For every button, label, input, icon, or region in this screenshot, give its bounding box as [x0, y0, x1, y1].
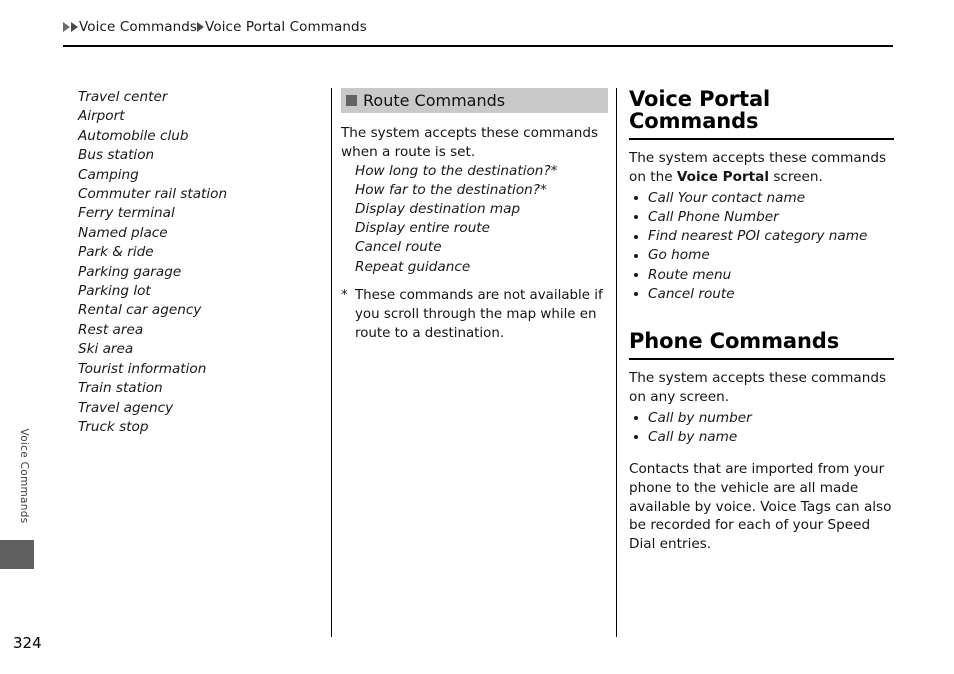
list-item: Rest area	[78, 321, 144, 338]
voice-portal-intro: The system accepts these commands on the…	[629, 149, 894, 187]
column-divider-right	[616, 88, 617, 637]
list-item: Commuter rail station	[78, 186, 228, 203]
list-item: Display destination map	[355, 201, 521, 217]
voice-portal-intro-part2: screen.	[769, 168, 823, 185]
page-number: 324	[13, 634, 42, 652]
voice-portal-commands-heading: Voice Portal Commands	[629, 87, 771, 134]
list-item: Bus station	[78, 147, 155, 164]
list-item: Ferry terminal	[78, 205, 175, 222]
voice-portal-heading-rule	[629, 138, 894, 141]
list-item: Display entire route	[355, 220, 491, 237]
list-item: How far to the destination?*	[355, 181, 547, 198]
list-item: Park & ride	[78, 244, 154, 261]
breadcrumb-separator-arrow-icon	[197, 22, 205, 32]
list-item: Cancel route	[355, 239, 442, 256]
right-column: Voice Portal Commands The system accepts…	[629, 88, 894, 554]
phone-commands-heading: Phone Commands	[629, 328, 840, 353]
voice-portal-intro-bold: Voice Portal	[676, 168, 770, 185]
breadcrumb-arrow-icon-2	[71, 22, 78, 32]
list-item: Truck stop	[78, 418, 149, 435]
list-item: Call by number	[629, 409, 894, 428]
voice-portal-commands-list: Call Your contact name Call Phone Number…	[629, 189, 894, 304]
footnote-text: These commands are not available if you …	[355, 287, 603, 341]
list-item: Travel agency	[78, 399, 174, 416]
list-item: Rental car agency	[78, 302, 202, 319]
phone-commands-list: Call by number Call by name	[629, 409, 894, 447]
list-item: Call Your contact name	[629, 189, 894, 208]
phone-commands-heading-rule	[629, 357, 894, 360]
list-item: Go home	[629, 246, 894, 265]
side-tab-marker	[0, 540, 34, 569]
list-item: Ski area	[78, 341, 134, 358]
list-item: Call by name	[629, 428, 894, 447]
route-commands-heading: Route Commands	[341, 88, 608, 113]
phone-commands-intro: The system accepts these commands on any…	[629, 369, 887, 405]
list-item: Tourist information	[78, 360, 207, 377]
list-item: Call Phone Number	[629, 208, 894, 227]
middle-column: Route Commands The system accepts these …	[341, 88, 608, 343]
route-commands-footnote: * These commands are not available if yo…	[341, 286, 608, 343]
phone-commands-note: Contacts that are imported from your pho…	[629, 460, 892, 553]
list-item: Train station	[78, 380, 163, 397]
column-divider-left	[331, 88, 332, 637]
footnote-marker: *	[341, 287, 348, 303]
list-item: How long to the destination?*	[355, 162, 558, 179]
list-item: Cancel route	[629, 285, 894, 304]
list-item: Travel center	[78, 89, 168, 105]
side-tab-label: Voice Commands	[18, 428, 30, 524]
list-item: Camping	[78, 166, 139, 183]
left-column: Travel center Airport Automobile club Bu…	[78, 88, 318, 437]
list-item: Airport	[78, 108, 125, 125]
list-item: Repeat guidance	[355, 258, 471, 275]
list-item: Find nearest POI category name	[629, 227, 894, 246]
route-commands-list: How long to the destination?* How far to…	[341, 162, 608, 277]
poi-category-list: Travel center Airport Automobile club Bu…	[78, 88, 318, 437]
breadcrumb: Voice Commands Voice Portal Commands	[63, 19, 367, 35]
route-commands-heading-label: Route Commands	[363, 90, 506, 110]
route-commands-intro: The system accepts these commands when a…	[341, 125, 599, 160]
breadcrumb-level-2[interactable]: Voice Portal Commands	[205, 19, 367, 35]
breadcrumb-level-1[interactable]: Voice Commands	[79, 19, 197, 35]
list-item: Parking lot	[78, 283, 151, 300]
list-item: Route menu	[629, 266, 894, 285]
list-item: Named place	[78, 224, 168, 241]
filled-square-icon	[346, 95, 357, 106]
list-item: Automobile club	[78, 127, 189, 144]
header-divider-rule	[63, 45, 893, 47]
list-item: Parking garage	[78, 263, 182, 280]
breadcrumb-arrow-icon	[63, 22, 70, 32]
